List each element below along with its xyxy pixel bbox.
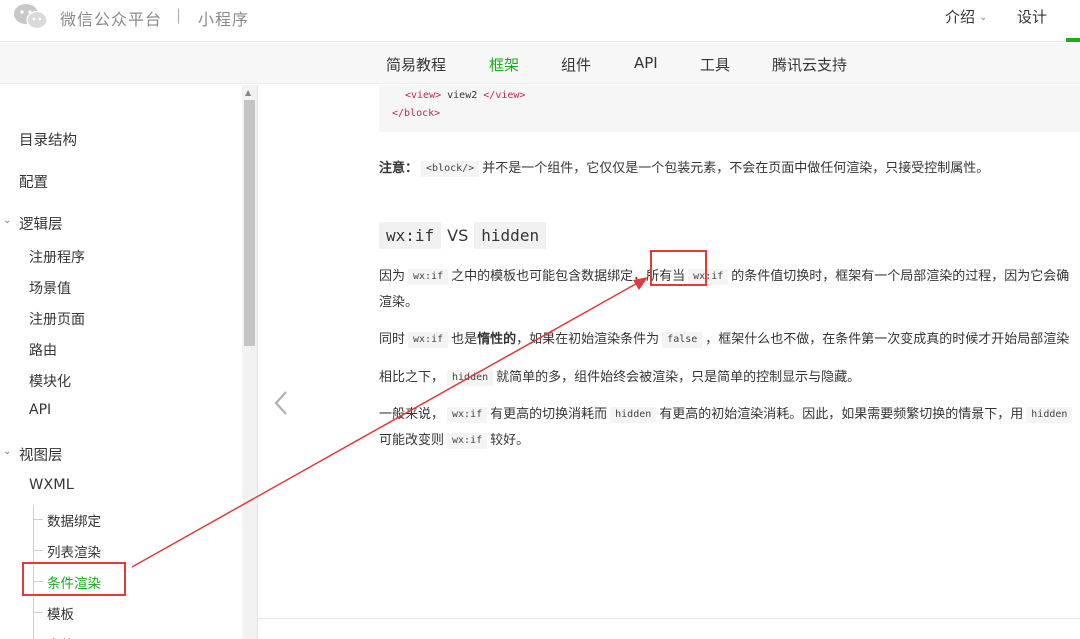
top-header: 微信公众平台 | 小程序 介绍 ⌄ 设计 [0,0,1080,42]
scrollbar-thumb[interactable] [244,100,255,346]
text: 一般来说， [379,407,445,422]
note-text: 并不是一个组件，它仅仅是一个包装元素，不会在页面中做任何渲染，只接受控制属性。 [482,161,990,176]
product-title[interactable]: 小程序 [198,6,249,30]
inline-code: false [662,332,703,348]
paragraph-1-line-2: 渲染。 [379,295,419,310]
tab-framework[interactable]: 框架 [489,54,519,75]
text: 同时 [379,332,406,347]
bold-text: 惰性的 [477,332,517,347]
chevron-down-icon: ⌄ [979,12,988,23]
annotation-box-sidebar [22,562,126,596]
annotation-box-text [650,250,707,286]
sidebar-item-directory[interactable]: 目录结构 [19,129,77,150]
sidebar-item-template[interactable]: 模板 [47,603,74,623]
text: ，框架什么也不做，在条件第一次变成真的时候才开始局部渲染 [705,332,1070,347]
inline-code: wx:if [408,269,449,285]
tab-tutorial[interactable]: 简易教程 [386,54,446,75]
chevron-down-icon[interactable]: ⌄ [3,446,11,457]
wechat-logo-icon[interactable] [13,2,49,32]
sidebar-item-route[interactable]: 路由 [29,340,57,360]
chevron-down-icon[interactable]: ⌄ [3,215,11,226]
code-block: <view> view2 </view> </block> [379,85,1080,132]
sidebar-item-view-layer[interactable]: 视图层 [19,444,63,465]
text: 的条件值切换时，框架有一个局部渲染的过程，因为它会确 [731,269,1070,284]
brand-separator: | [176,6,182,24]
code-line: </block> [392,108,440,119]
paragraph-4: 一般来说， wx:if 有更高的切换消耗而 hidden 有更高的初始渲染消耗。因此，如… [379,403,1075,423]
code-text: view2 [441,90,484,101]
tab-components[interactable]: 组件 [561,54,591,75]
heading-vs: VS [447,226,469,245]
paragraph-4-line-2: 可能改变则 wx:if 较好。 [379,429,529,449]
text: 因为 [379,269,406,284]
text: 之中的模板也可能包含数据绑定， [451,269,647,284]
inline-code: hidden [610,407,657,423]
text: ，如果在初始渲染条件为 [516,332,660,347]
scroll-up-icon[interactable]: ▲ [245,88,251,97]
text: 有更高的切换消耗而 [490,407,608,422]
text: 相比之下， [379,370,445,385]
sidebar-item-scene[interactable]: 场景值 [29,278,71,298]
sidebar-item-wxml[interactable]: WXML [29,477,74,493]
footer-divider [258,618,1080,619]
section-heading: wx:if VS hidden [379,222,547,249]
sidebar-item-register-page[interactable]: 注册页面 [29,309,85,329]
active-indicator [1066,38,1080,42]
sidebar-item-event[interactable]: 事件 [47,634,74,639]
tree-branch [33,550,43,551]
text: 就简单的多，组件始终会被渲染，只是简单的控制显示与隐藏。 [496,370,861,385]
text: 较好。 [490,433,530,448]
tab-api[interactable]: API [634,54,658,72]
heading-code: wx:if [379,222,442,249]
sidebar-item-list-render[interactable]: 列表渲染 [47,541,101,561]
heading-code: hidden [474,222,547,249]
sidebar-item-config[interactable]: 配置 [19,171,48,192]
tab-tencent-cloud[interactable]: 腾讯云支持 [772,54,847,75]
paragraph-1: 因为 wx:if 之中的模板也可能包含数据绑定，所有当 wx:if 的条件值切换时，框架… [379,265,1069,285]
code-tag: </view> [483,90,526,101]
inline-code: hidden [447,370,494,386]
brand-title[interactable]: 微信公众平台 [60,6,162,30]
sidebar-item-register-app[interactable]: 注册程序 [29,247,85,267]
text: 可能改变则 [379,433,445,448]
paragraph-3: 相比之下， hidden 就简单的多，组件始终会被渲染，只是简单的控制显示与隐藏。 [379,366,860,386]
sidebar-item-data-binding[interactable]: 数据绑定 [47,510,101,530]
note-paragraph: 注意： <block/> 并不是一个组件，它仅仅是一个包装元素，不会在页面中做任何渲… [379,157,989,177]
inline-code: wx:if [447,433,488,449]
code-line: <view> view2 </view> [405,90,525,101]
code-tag: <view> [405,90,442,101]
nav-design[interactable]: 设计 [1017,6,1047,27]
inline-code: wx:if [408,332,449,348]
tab-tools[interactable]: 工具 [700,54,730,75]
inline-code: hidden [1026,407,1073,423]
note-label: 注意： [379,161,419,176]
text: 也是 [451,332,478,347]
nav-intro-label: 介绍 [945,8,976,26]
sidebar: 目录结构 配置 ⌄ 逻辑层 注册程序 场景值 注册页面 路由 模块化 API ⌄… [0,85,258,639]
inline-code: <block/> [421,161,480,177]
chevron-left-icon[interactable] [273,390,289,416]
sub-navigation: 简易教程 框架 组件 API 工具 腾讯云支持 [0,43,1080,84]
code-tag: </block> [392,108,441,119]
sidebar-item-modules[interactable]: 模块化 [29,371,71,391]
text: 有更高的初始渲染消耗。因此，如果需要频繁切换的情景下，用 [659,407,1024,422]
tree-branch [33,612,43,613]
nav-intro[interactable]: 介绍 ⌄ [945,6,987,27]
sidebar-item-logic-layer[interactable]: 逻辑层 [19,213,63,234]
inline-code: wx:if [447,407,488,423]
sidebar-item-api[interactable]: API [29,402,51,418]
tree-branch [33,519,43,520]
paragraph-2: 同时 wx:if 也是惰性的，如果在初始渲染条件为 false ，框架什么也不做，在条件… [379,328,1069,348]
